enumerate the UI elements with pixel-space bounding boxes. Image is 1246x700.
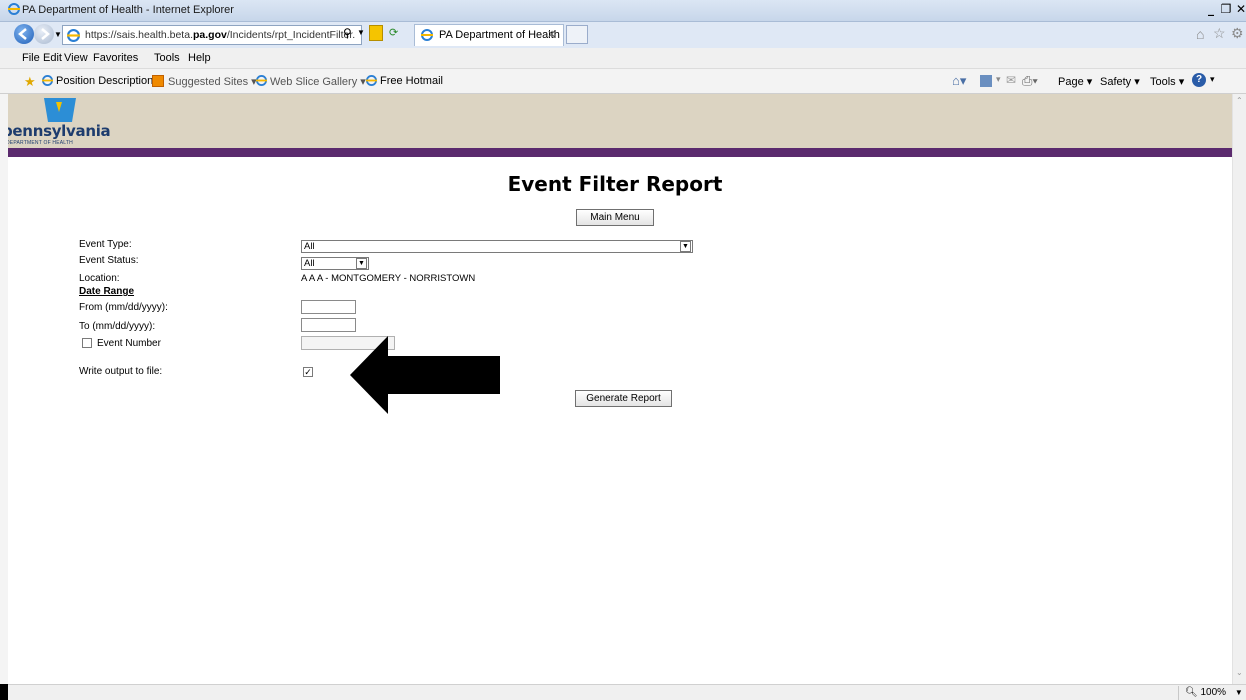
- scroll-up-icon[interactable]: ⌃: [1236, 96, 1243, 105]
- favorite-suggested-sites[interactable]: Suggested Sites ▾: [168, 75, 257, 88]
- minimize-button[interactable]: _: [1204, 3, 1218, 17]
- scroll-down-icon[interactable]: ⌄: [1236, 668, 1243, 677]
- chevron-down-icon[interactable]: ▼: [680, 241, 691, 252]
- menu-help[interactable]: Help: [188, 52, 211, 64]
- generate-report-button[interactable]: Generate Report: [575, 390, 672, 407]
- favorite-free-hotmail[interactable]: Free Hotmail: [380, 75, 443, 87]
- favorites-star-icon[interactable]: ☆: [1213, 25, 1226, 42]
- write-output-label: Write output to file:: [79, 366, 163, 377]
- lock-icon[interactable]: [369, 25, 383, 41]
- restore-button[interactable]: ❐: [1219, 3, 1233, 17]
- menu-edit[interactable]: Edit: [43, 52, 62, 64]
- site-header: [0, 94, 1232, 148]
- search-dropdown-icon[interactable]: ▼: [357, 28, 365, 37]
- close-button[interactable]: ✕: [1234, 3, 1246, 17]
- menu-tools[interactable]: Tools: [154, 52, 180, 64]
- to-date-input[interactable]: [301, 318, 356, 332]
- url-domain: pa.gov: [192, 29, 227, 41]
- pennsylvania-logo-text: pennsylvania: [2, 122, 111, 140]
- header-accent-bar: [0, 148, 1232, 157]
- back-button[interactable]: [14, 24, 34, 44]
- page-menu[interactable]: Page ▾: [1058, 75, 1092, 88]
- to-date-label: To (mm/dd/yyyy):: [79, 321, 156, 332]
- taskbar-fragment: [0, 684, 8, 700]
- from-date-label: From (mm/dd/yyyy):: [79, 302, 168, 313]
- address-row: ▼ https://sais.health.beta.pa.gov/Incide…: [0, 22, 1246, 48]
- favorite-position-description[interactable]: Position Description: [56, 75, 153, 87]
- department-of-health-logo-text: DEPARTMENT OF HEALTH: [6, 140, 73, 146]
- gear-icon[interactable]: ⚙: [1231, 25, 1244, 42]
- from-date-input[interactable]: [301, 300, 356, 314]
- menu-view[interactable]: View: [64, 52, 88, 64]
- status-bar: 🔍︎ 100% ▼: [0, 684, 1246, 700]
- feeds-icon[interactable]: [980, 75, 992, 87]
- new-tab-button[interactable]: [566, 25, 588, 44]
- zoom-dropdown-icon[interactable]: ▼: [1235, 688, 1243, 697]
- read-mail-icon[interactable]: ✉: [1006, 73, 1016, 87]
- refresh-icon[interactable]: ⟳: [389, 26, 398, 39]
- write-output-checkbox[interactable]: ✓: [303, 367, 313, 377]
- hotmail-icon: [366, 75, 377, 89]
- help-icon[interactable]: ?: [1192, 73, 1206, 87]
- main-menu-button[interactable]: Main Menu: [576, 209, 654, 226]
- favorites-bar: ★ Position Description Suggested Sites ▾…: [0, 69, 1246, 94]
- zoom-level: 100%: [1200, 687, 1227, 698]
- zoom-icon: 🔍︎: [1185, 687, 1198, 698]
- menu-favorites[interactable]: Favorites: [93, 52, 138, 64]
- web-slice-icon: [256, 75, 267, 89]
- url-prefix: https://sais.health.beta.: [85, 29, 193, 41]
- date-range-heading: Date Range: [79, 286, 135, 297]
- vertical-scrollbar[interactable]: ⌃ ⌄: [1232, 94, 1246, 684]
- history-dropdown-icon[interactable]: ▼: [54, 30, 62, 39]
- location-label: Location:: [79, 273, 120, 284]
- left-window-edge: [0, 94, 8, 684]
- help-dropdown-icon[interactable]: ▾: [1210, 74, 1215, 85]
- print-icon[interactable]: ⎙▾: [1022, 73, 1038, 89]
- event-status-label: Event Status:: [79, 255, 139, 266]
- ie-link-icon: [42, 75, 53, 89]
- url-path: /Incidents/rpt_IncidentFilter.: [226, 29, 356, 41]
- address-bar[interactable]: https://sais.health.beta.pa.gov/Incident…: [62, 25, 362, 45]
- favorites-star-icon[interactable]: ★: [24, 74, 36, 90]
- window-title: PA Department of Health - Internet Explo…: [22, 4, 234, 16]
- home-icon[interactable]: ⌂: [1196, 26, 1204, 42]
- location-value: A A A - MONTGOMERY - NORRISTOWN: [301, 273, 476, 284]
- forward-button[interactable]: [34, 24, 54, 44]
- window-title-bar: PA Department of Health - Internet Explo…: [0, 0, 1246, 22]
- page-favicon-icon: [67, 29, 80, 44]
- pennsylvania-keystone-logo: [42, 98, 78, 125]
- favorite-web-slice-gallery[interactable]: Web Slice Gallery ▾: [270, 75, 366, 88]
- event-type-label: Event Type:: [79, 239, 132, 250]
- annotation-arrow-icon: [350, 336, 502, 417]
- event-status-value: All: [304, 258, 315, 269]
- safety-menu[interactable]: Safety ▾: [1100, 75, 1140, 88]
- event-type-value: All: [304, 241, 315, 252]
- suggested-sites-icon: [152, 75, 164, 87]
- event-type-select[interactable]: All ▼: [301, 240, 693, 253]
- chevron-down-icon[interactable]: ▼: [356, 258, 367, 269]
- menu-bar: File Edit View Favorites Tools Help: [0, 48, 1246, 69]
- home-page-icon[interactable]: ⌂▾: [952, 73, 966, 89]
- search-icon[interactable]: ⚲: [343, 26, 352, 40]
- tab-favicon-icon: [421, 29, 433, 44]
- event-number-checkbox[interactable]: [82, 338, 92, 348]
- tab-pa-department-of-health[interactable]: PA Department of Health ✕: [414, 24, 564, 46]
- feeds-dropdown-icon[interactable]: ▾: [996, 74, 1001, 85]
- close-tab-icon[interactable]: ✕: [547, 28, 556, 41]
- tools-menu[interactable]: Tools ▾: [1150, 75, 1184, 88]
- event-status-select[interactable]: All ▼: [301, 257, 369, 270]
- page-title: Event Filter Report: [507, 172, 723, 196]
- zoom-control[interactable]: 🔍︎ 100% ▼: [1178, 686, 1244, 700]
- menu-file[interactable]: File: [22, 52, 40, 64]
- event-number-label: Event Number: [97, 338, 161, 349]
- tab-title: PA Department of Health: [439, 29, 560, 41]
- internet-explorer-icon: [8, 3, 20, 18]
